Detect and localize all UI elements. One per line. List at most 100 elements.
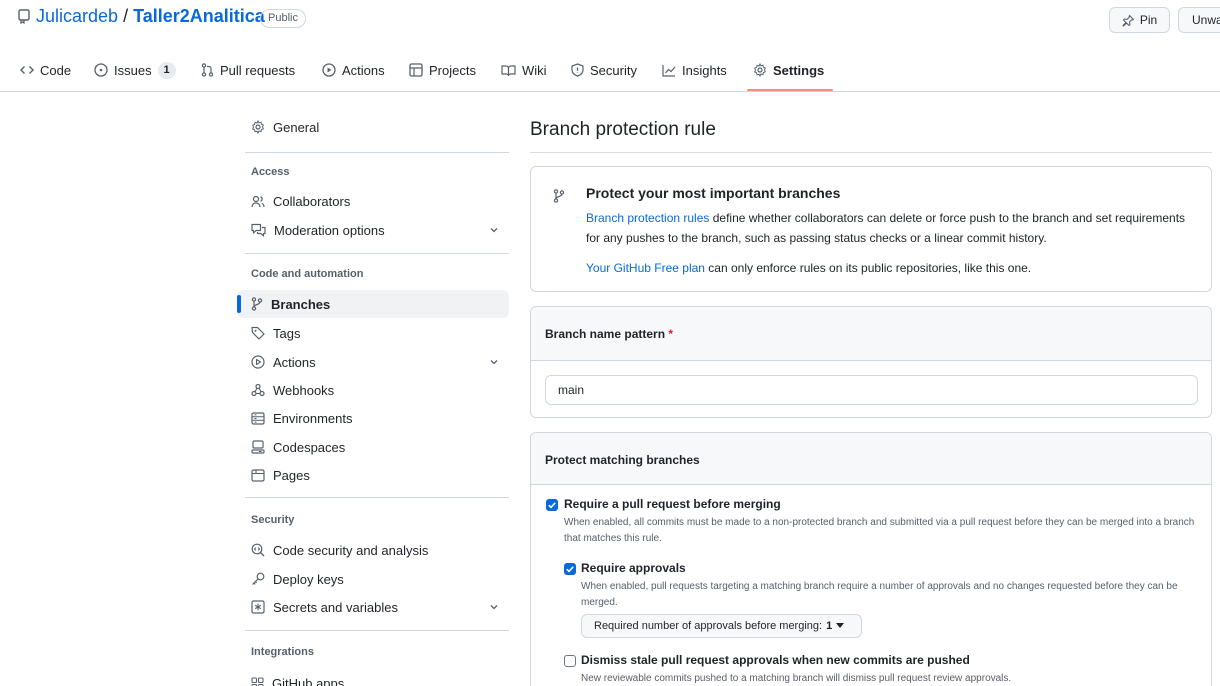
title-divider [530, 152, 1212, 153]
sidebar-item-label: Code security and analysis [273, 542, 429, 558]
visibility-badge: Public [260, 9, 306, 28]
sidebar-divider [245, 253, 509, 254]
tab-issues[interactable]: Issues 1 [94, 56, 176, 84]
key-asterisk-icon [251, 600, 265, 614]
tab-pull-requests[interactable]: Pull requests [201, 56, 295, 84]
protect-matching-branches-header: Protect matching branches [531, 433, 1211, 485]
table-icon [409, 63, 423, 77]
comment-discussion-icon [251, 223, 266, 237]
triangle-down-icon [836, 623, 845, 628]
repo-owner-link[interactable]: Julicardeb [36, 6, 118, 26]
tab-projects[interactable]: Projects [409, 56, 476, 84]
pin-label: Pin [1139, 13, 1158, 27]
repo-name-link[interactable]: Taller2Analitica [133, 6, 265, 26]
tab-code-label: Code [40, 62, 72, 78]
sidebar-item-label: Branches [271, 296, 331, 312]
sidebar-item-label: Webhooks [273, 382, 335, 398]
sidebar-heading-code-and-automation: Code and automation [251, 268, 364, 280]
settings-sidebar: General Access Collaborators Moderation … [237, 108, 509, 686]
people-icon [251, 195, 265, 207]
active-tab-underline [747, 89, 833, 91]
webhook-icon [251, 383, 265, 397]
check-icon [566, 566, 574, 573]
tab-pull-requests-label: Pull requests [220, 62, 296, 78]
pin-button[interactable]: Pin [1109, 7, 1170, 33]
sidebar-item-codespaces[interactable]: Codespaces [237, 433, 509, 461]
browser-icon [251, 468, 265, 482]
tab-wiki[interactable]: Wiki [501, 56, 547, 84]
require-approvals-checkbox[interactable] [564, 563, 576, 575]
tab-security[interactable]: Security [571, 56, 637, 84]
require-approvals-label[interactable]: Require approvals [581, 561, 686, 575]
github-free-plan-link[interactable]: Your GitHub Free plan [586, 261, 705, 275]
repo-title: Julicardeb / Taller2Analitica [36, 6, 265, 27]
repo-icon [18, 9, 30, 24]
tab-settings[interactable]: Settings [753, 56, 824, 84]
sidebar-item-code-security-and-analysis[interactable]: Code security and analysis [237, 536, 509, 564]
tab-insights-label: Insights [682, 62, 727, 78]
gear-icon [754, 63, 766, 77]
info-title: Protect your most important branches [586, 185, 841, 201]
dismiss-stale-approvals-checkbox[interactable] [564, 655, 576, 667]
check-icon [548, 502, 556, 509]
sidebar-item-tags[interactable]: Tags [237, 319, 509, 347]
tab-actions-label: Actions [342, 62, 385, 78]
tab-wiki-label: Wiki [522, 62, 547, 78]
sidebar-item-webhooks[interactable]: Webhooks [237, 376, 509, 404]
require-approvals-description: When enabled, pull requests targeting a … [581, 581, 1178, 608]
sidebar-divider [245, 152, 509, 153]
tab-code[interactable]: Code [20, 56, 71, 84]
branch-name-pattern-input[interactable]: main [545, 375, 1198, 405]
codescan-icon [251, 543, 265, 557]
tab-projects-label: Projects [429, 62, 476, 78]
info-description: Branch protection rules define whether c… [586, 208, 1186, 248]
required-approvals-select-label: Required number of approvals before merg… [594, 620, 823, 632]
tab-insights[interactable]: Insights [662, 56, 727, 84]
require-pull-request-checkbox[interactable] [546, 499, 558, 511]
watch-label: Unwatch [1192, 13, 1220, 27]
sidebar-item-branches[interactable]: Branches [237, 290, 509, 318]
watch-button[interactable]: Unwatch [1178, 7, 1220, 33]
sidebar-item-label: General [273, 119, 320, 135]
sidebar-heading-security: Security [251, 514, 295, 526]
repo-nav: Code Issues 1 Pull requests Actions Proj… [0, 56, 1220, 92]
repo-title-separator: / [123, 6, 129, 26]
sidebar-item-general[interactable]: General [237, 113, 509, 141]
protect-matching-branches-label: Protect matching branches [545, 453, 700, 467]
chevron-down-icon [490, 605, 498, 610]
required-approvals-select[interactable]: Required number of approvals before merg… [581, 614, 862, 638]
require-pull-request-description: When enabled, all commits must be made t… [564, 517, 1195, 544]
sidebar-item-collaborators[interactable]: Collaborators [237, 187, 509, 215]
sidebar-item-label: Collaborators [273, 193, 351, 209]
sidebar-item-pages[interactable]: Pages [237, 461, 509, 489]
key-icon [252, 572, 265, 585]
sidebar-item-label: Pages [273, 467, 310, 483]
sidebar-item-label: Tags [273, 325, 301, 341]
protect-matching-branches-box: Protect matching branches Require a pull… [530, 432, 1212, 686]
sidebar-heading-integrations: Integrations [251, 646, 314, 658]
tab-actions[interactable]: Actions [322, 56, 385, 84]
tag-icon [251, 326, 265, 340]
pull-request-icon [201, 63, 214, 77]
require-pull-request-label[interactable]: Require a pull request before merging [564, 497, 781, 511]
sidebar-item-environments[interactable]: Environments [237, 404, 509, 432]
branch-name-pattern-header: Branch name pattern * [531, 307, 1211, 361]
book-icon [501, 64, 516, 76]
page-title: Branch protection rule [530, 119, 716, 140]
sidebar-heading-access: Access [251, 166, 290, 178]
branch-protection-rules-link[interactable]: Branch protection rules [586, 211, 709, 225]
required-marker: * [668, 327, 674, 341]
sidebar-item-moderation-options[interactable]: Moderation options [237, 216, 509, 244]
sidebar-item-secrets-and-variables[interactable]: Secrets and variables [237, 593, 509, 621]
sidebar-item-github-apps[interactable]: GitHub apps [237, 669, 509, 686]
sidebar-item-actions[interactable]: Actions [237, 348, 509, 376]
issues-count-badge: 1 [157, 61, 176, 79]
dismiss-stale-approvals-label[interactable]: Dismiss stale pull request approvals whe… [581, 653, 970, 667]
git-branch-icon [553, 189, 565, 203]
server-icon [251, 411, 265, 425]
apps-icon [251, 676, 264, 686]
tab-issues-label: Issues [114, 62, 152, 78]
branch-name-pattern-box: Branch name pattern * main [530, 306, 1212, 418]
sidebar-item-deploy-keys[interactable]: Deploy keys [237, 565, 509, 593]
sidebar-item-label: Secrets and variables [273, 599, 399, 615]
